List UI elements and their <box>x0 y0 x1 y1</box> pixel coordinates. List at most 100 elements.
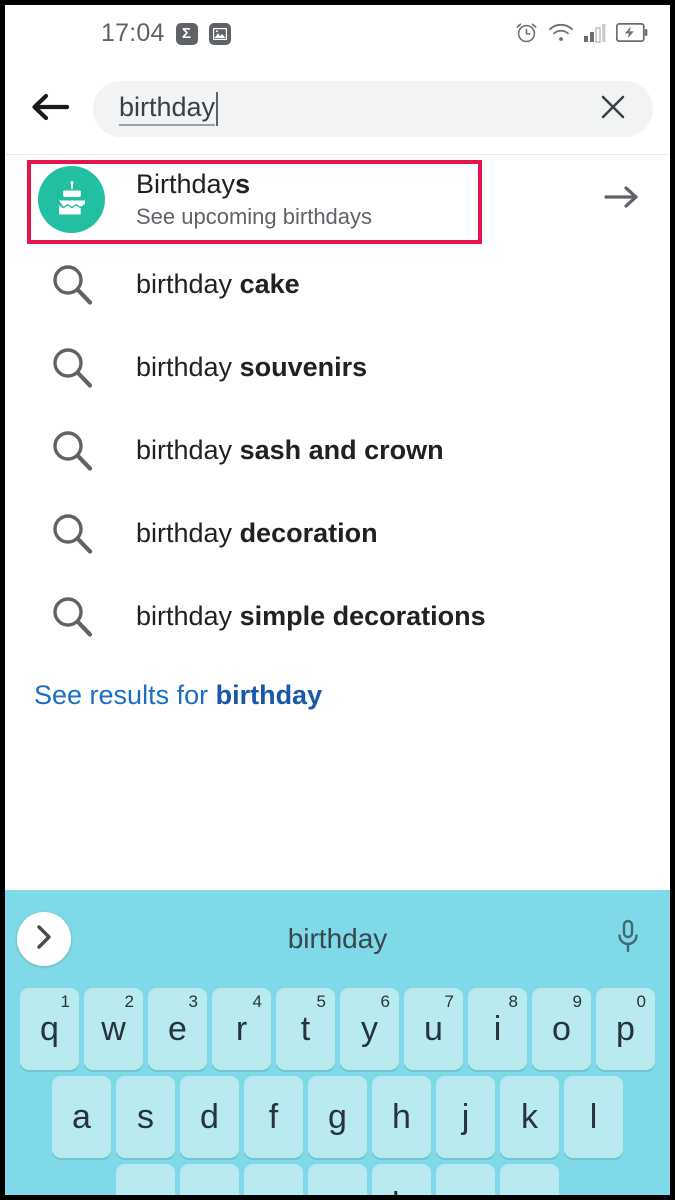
key-e[interactable]: 3e <box>148 988 207 1070</box>
key-label: c <box>265 1188 282 1195</box>
search-icon <box>38 262 105 308</box>
key-label: h <box>392 1098 411 1136</box>
suggestion-prefix: birthday <box>136 600 240 631</box>
close-icon <box>598 92 628 127</box>
clear-search-button[interactable] <box>581 81 645 137</box>
suggestion-prefix: birthday <box>136 268 240 299</box>
search-text-wrapper: birthday <box>119 91 581 127</box>
key-y[interactable]: 6y <box>340 988 399 1070</box>
battery-charging-icon <box>616 23 648 42</box>
key-number-label: 2 <box>124 992 134 1011</box>
key-label: v <box>329 1188 346 1195</box>
wifi-icon <box>548 23 574 43</box>
key-w[interactable]: 2w <box>84 988 143 1070</box>
suggestion-prefix: birthday <box>136 517 240 548</box>
key-number-label: 4 <box>252 992 262 1011</box>
key-l[interactable]: l <box>564 1076 623 1158</box>
birthdays-title-bold: s <box>235 168 251 199</box>
key-p[interactable]: 0p <box>596 988 655 1070</box>
key-number-label: 0 <box>636 992 646 1011</box>
key-u[interactable]: 7u <box>404 988 463 1070</box>
key-o[interactable]: 9o <box>532 988 591 1070</box>
suggestion-row[interactable]: birthday cake <box>5 243 670 326</box>
key-f[interactable]: f <box>244 1076 303 1158</box>
sigma-badge-icon: Σ <box>175 22 198 45</box>
key-t[interactable]: 5t <box>276 988 335 1070</box>
suggestion-label: birthday souvenirs <box>136 351 368 383</box>
key-number-label: 3 <box>188 992 198 1011</box>
search-input[interactable]: birthday <box>119 92 216 127</box>
key-number-label: 7 <box>444 992 454 1011</box>
suggestion-label: birthday cake <box>136 268 300 300</box>
suggestion-prefix: birthday <box>136 351 240 382</box>
key-x[interactable]: x <box>180 1164 239 1195</box>
keyboard-row-3-clip: z x c v bnm <box>5 1164 670 1195</box>
key-k[interactable]: k <box>500 1076 559 1158</box>
key-b[interactable]: b <box>372 1164 431 1195</box>
search-icon <box>38 428 105 474</box>
keyboard-suggestion-word[interactable]: birthday <box>288 925 388 953</box>
key-label: k <box>521 1098 538 1136</box>
key-label: e <box>168 1010 187 1048</box>
suggestion-prefix: birthday <box>136 434 240 465</box>
key-label: t <box>300 1010 311 1048</box>
key-s[interactable]: s <box>116 1076 175 1158</box>
key-label: x <box>201 1188 218 1195</box>
search-bar: birthday <box>5 63 670 155</box>
key-v[interactable]: v <box>308 1164 367 1195</box>
keyboard-expand-button[interactable] <box>17 912 71 966</box>
key-j[interactable]: j <box>436 1076 495 1158</box>
search-input-field[interactable]: birthday <box>93 81 653 137</box>
key-c[interactable]: c <box>244 1164 303 1195</box>
key-q[interactable]: 1q <box>20 988 79 1070</box>
voice-input-button[interactable] <box>604 915 652 963</box>
key-m[interactable]: m <box>500 1164 559 1195</box>
key-d[interactable]: d <box>180 1076 239 1158</box>
suggestion-label: birthday simple decorations <box>136 600 486 632</box>
birthdays-open-button[interactable] <box>598 175 646 223</box>
suggestion-row[interactable]: birthday sash and crown <box>5 409 670 492</box>
birthdays-subtitle: See upcoming birthdays <box>136 203 373 229</box>
keyboard-row-1: 1q2w3e4r5t6y7u8i9o0p <box>5 988 670 1070</box>
status-bar: 17:04 Σ <box>5 5 670 63</box>
key-label: g <box>328 1098 347 1136</box>
see-results-link[interactable]: See results for birthday <box>34 680 322 711</box>
key-r[interactable]: 4r <box>212 988 271 1070</box>
image-badge-icon <box>208 22 231 45</box>
suggestion-completion: cake <box>239 268 300 299</box>
key-label: q <box>40 1010 59 1048</box>
phone-screen: 17:04 Σ birthday Birthdays See upcoming … <box>5 5 670 1195</box>
birthdays-entry-row[interactable]: Birthdays See upcoming birthdays <box>5 155 670 244</box>
key-label: d <box>200 1098 219 1136</box>
key-label: s <box>137 1098 154 1136</box>
suggestion-completion: souvenirs <box>239 351 368 382</box>
key-label: j <box>461 1098 470 1136</box>
text-caret <box>216 91 219 126</box>
key-h[interactable]: h <box>372 1076 431 1158</box>
suggestion-label: birthday sash and crown <box>136 434 444 466</box>
alarm-icon <box>514 20 539 45</box>
key-label: r <box>235 1010 248 1048</box>
keyboard-row-3: z x c v bnm <box>5 1164 670 1195</box>
back-button[interactable] <box>25 85 75 133</box>
suggestion-completion: sash and crown <box>239 434 444 465</box>
key-label: u <box>424 1010 443 1048</box>
suggestion-completion: simple decorations <box>239 600 486 631</box>
search-icon <box>38 594 105 640</box>
key-number-label: 8 <box>508 992 518 1011</box>
status-bar-right <box>514 20 648 45</box>
key-i[interactable]: 8i <box>468 988 527 1070</box>
suggestion-row[interactable]: birthday decoration <box>5 492 670 575</box>
suggestion-completion: decoration <box>239 517 378 548</box>
key-n[interactable]: n <box>436 1164 495 1195</box>
suggestion-row[interactable]: birthday simple decorations <box>5 575 670 658</box>
key-z[interactable]: z <box>116 1164 175 1195</box>
key-a[interactable]: a <box>52 1076 111 1158</box>
suggestion-row[interactable]: birthday souvenirs <box>5 326 670 409</box>
suggestion-label: birthday decoration <box>136 517 378 549</box>
key-number-label: 6 <box>380 992 390 1011</box>
birthdays-text-block: Birthdays See upcoming birthdays <box>136 169 372 229</box>
key-g[interactable]: g <box>308 1076 367 1158</box>
chevron-right-icon <box>33 924 55 955</box>
back-arrow-icon <box>30 92 70 127</box>
